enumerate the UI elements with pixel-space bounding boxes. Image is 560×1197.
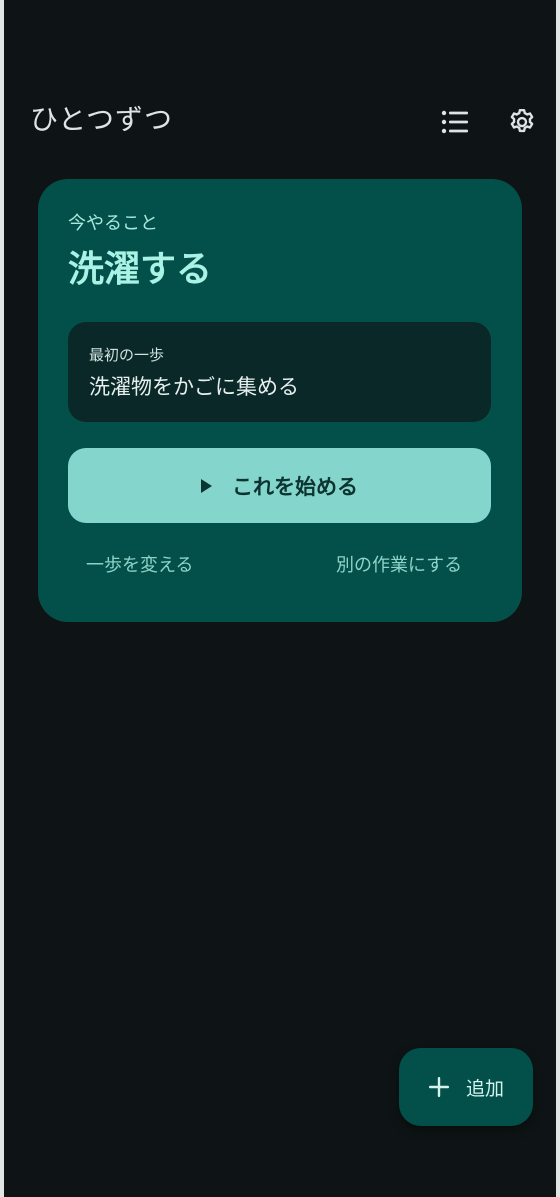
current-task-card: 今やること 洗濯する 最初の一歩 洗濯物をかごに集める これを始める 一歩を変え… <box>38 179 522 622</box>
gear-icon[interactable] <box>504 104 540 140</box>
first-step-box: 最初の一歩 洗濯物をかごに集める <box>68 322 491 422</box>
first-step-text: 洗濯物をかごに集める <box>89 375 299 399</box>
play-icon <box>201 478 212 493</box>
first-step-label: 最初の一歩 <box>89 346 165 364</box>
card-eyebrow: 今やること <box>68 213 158 234</box>
start-button-label: これを始める <box>232 474 358 499</box>
list-icon[interactable] <box>437 104 473 140</box>
app-title: ひとつずつ <box>30 103 174 136</box>
change-step-link[interactable]: 一歩を変える <box>86 551 193 577</box>
task-title: 洗濯する <box>68 249 213 290</box>
start-button[interactable]: これを始める <box>68 448 491 523</box>
add-button[interactable]: 追加 <box>399 1048 533 1126</box>
plus-icon <box>428 1076 450 1098</box>
other-task-link[interactable]: 別の作業にする <box>336 551 462 577</box>
app-screen: ひとつずつ 今やること 洗濯する 最初の一歩 洗濯物をかごに集める これを始める… <box>4 0 556 1197</box>
add-button-label: 追加 <box>465 1077 504 1100</box>
